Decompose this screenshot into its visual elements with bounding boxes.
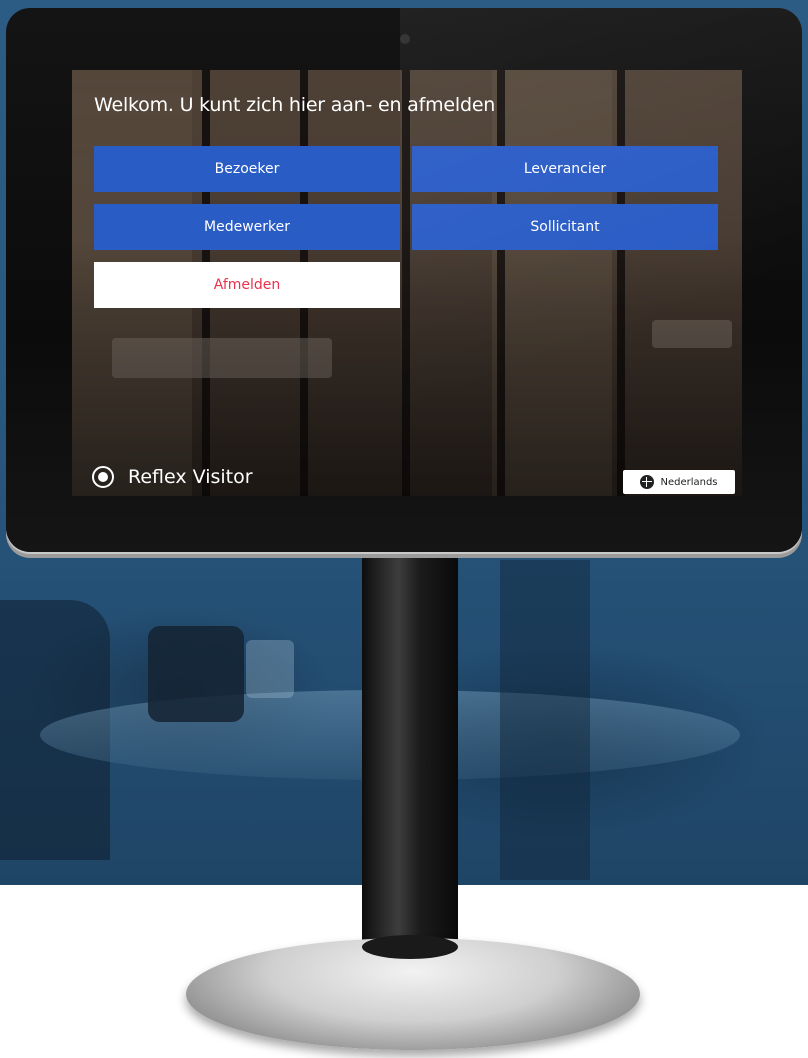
stand-pole — [362, 548, 458, 968]
brand-logo: Reflex Visitor — [92, 466, 253, 488]
reflex-logo-icon — [92, 466, 114, 488]
brand-name: Reflex Visitor — [128, 466, 253, 488]
stand-base-joint — [362, 935, 458, 959]
supplier-button[interactable]: Leverancier — [412, 146, 718, 192]
employee-button[interactable]: Medewerker — [94, 204, 400, 250]
applicant-button[interactable]: Sollicitant — [412, 204, 718, 250]
background-window — [500, 560, 590, 880]
language-selector[interactable]: Nederlands — [623, 470, 735, 494]
background-cup — [148, 626, 244, 722]
kiosk-screen: Welkom. U kunt zich hier aan- en afmelde… — [72, 70, 742, 496]
sign-out-button[interactable]: Afmelden — [94, 262, 400, 308]
visitor-button[interactable]: Bezoeker — [94, 146, 400, 192]
camera-icon — [400, 34, 410, 44]
language-label: Nederlands — [660, 476, 718, 488]
background-glass — [246, 640, 294, 698]
globe-icon — [640, 475, 655, 489]
welcome-heading: Welkom. U kunt zich hier aan- en afmelde… — [94, 94, 496, 116]
